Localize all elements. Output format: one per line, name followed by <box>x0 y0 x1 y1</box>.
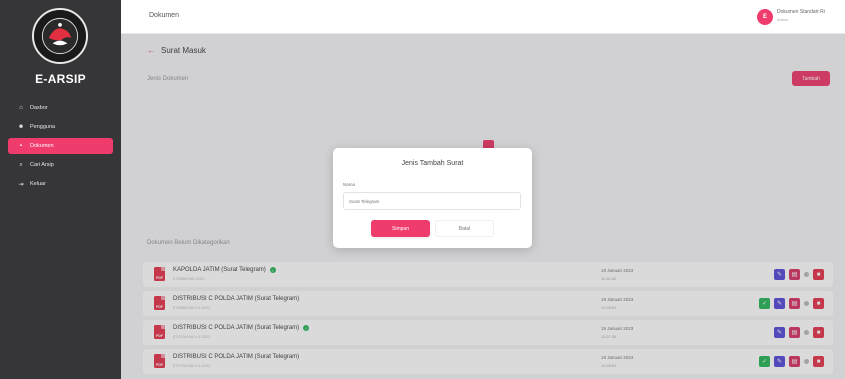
sidebar-item-label: Pengguna <box>30 124 56 130</box>
page-title: Dokumen <box>149 12 179 19</box>
logout-icon: ⇥ <box>18 181 24 188</box>
add-document-type-modal: Jenis Tambah Surat Nama Simpan Batal <box>333 148 532 248</box>
search-icon: ⌕ <box>19 161 23 168</box>
sidebar-item-label: Cari Arsip <box>30 162 54 168</box>
sidebar-item-pengguna[interactable]: ☻ Pengguna <box>8 119 113 135</box>
brand-title: E-ARSIP <box>35 72 86 86</box>
top-header: Dokumen E Dokumen Standart Ri Admin <box>121 0 845 34</box>
avatar[interactable]: E <box>757 9 773 25</box>
sidebar-item-label: Dokumen <box>30 143 54 149</box>
save-button[interactable]: Simpan <box>371 220 430 237</box>
users-icon: ☻ <box>17 124 25 130</box>
cancel-button[interactable]: Batal <box>435 220 494 237</box>
sidebar: E-ARSIP ⌂ Dasbor ☻ Pengguna ▪ Dokumen ⌕ … <box>0 0 121 379</box>
police-logo <box>32 8 88 64</box>
home-icon: ⌂ <box>19 105 23 111</box>
user-role: Admin <box>777 17 789 22</box>
name-input[interactable] <box>343 192 521 210</box>
sidebar-item-label: Dasbor <box>30 105 48 111</box>
modal-title: Jenis Tambah Surat <box>401 160 464 167</box>
document-icon: ▪ <box>19 143 23 149</box>
sidebar-item-keluar[interactable]: ⇥ Keluar <box>8 176 113 192</box>
name-field-label: Nama <box>343 182 356 187</box>
sidebar-item-label: Keluar <box>30 181 46 187</box>
sidebar-nav: ⌂ Dasbor ☻ Pengguna ▪ Dokumen ⌕ Cari Ars… <box>0 96 121 195</box>
sidebar-item-dasbor[interactable]: ⌂ Dasbor <box>8 100 113 116</box>
user-name[interactable]: Dokumen Standart Ri <box>777 9 843 15</box>
sidebar-item-cari-arsip[interactable]: ⌕ Cari Arsip <box>8 157 113 173</box>
sidebar-item-dokumen[interactable]: ▪ Dokumen <box>8 138 113 154</box>
